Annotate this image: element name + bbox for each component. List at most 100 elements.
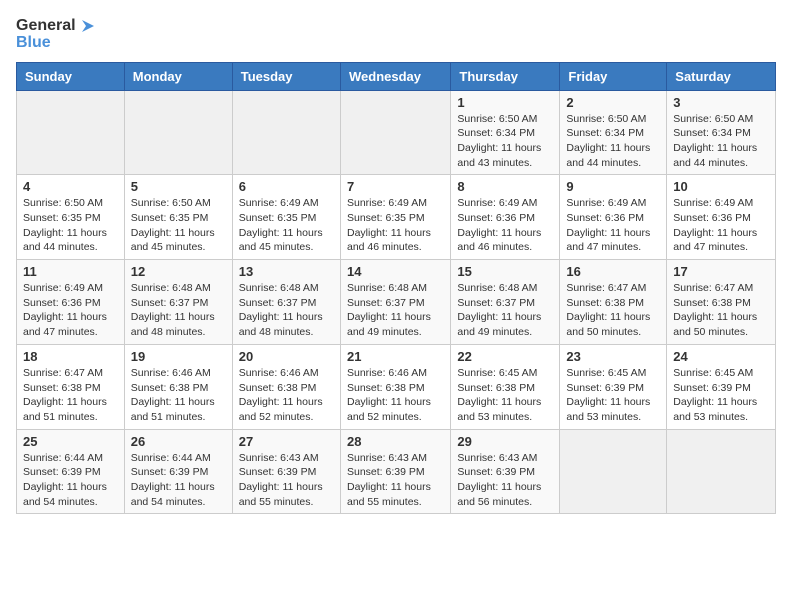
- day-number: 23: [566, 349, 660, 364]
- day-number: 5: [131, 179, 226, 194]
- calendar-cell: 25Sunrise: 6:44 AM Sunset: 6:39 PM Dayli…: [17, 429, 125, 514]
- calendar-cell: 16 Sunrise: 6:47 AM Sunset: 6:38 PM Dayli…: [560, 260, 667, 345]
- calendar-cell: [560, 429, 667, 514]
- day-number: 17: [673, 264, 769, 279]
- calendar-cell: 27 Sunrise: 6:43 AM Sunset: 6:39 PM Dayli…: [232, 429, 340, 514]
- day-info: Sunrise: 6:46 AM Sunset: 6:38 PM Dayligh…: [131, 366, 226, 425]
- calendar-cell: 12 Sunrise: 6:48 AM Sunset: 6:37 PM Dayli…: [124, 260, 232, 345]
- calendar-cell: 21 Sunrise: 6:46 AM Sunset: 6:38 PM Dayli…: [340, 344, 450, 429]
- calendar-week-row: 25 Sunrise: 6:44 AM Sunset: 6:39 PM Dayli…: [17, 429, 776, 514]
- day-number: 9: [566, 179, 660, 194]
- day-info: Sunrise: 6:43 AM Sunset: 6:39 PM Dayligh…: [239, 451, 334, 510]
- day-info: Sunrise: 6:44 AM Sunset: 6:39 PM Dayligh…: [131, 451, 226, 510]
- day-number: 10: [673, 179, 769, 194]
- day-number: 16: [566, 264, 660, 279]
- day-info: Sunrise: 6:50 AM Sunset: 6:34 PM Dayligh…: [566, 112, 660, 171]
- day-info: Sunrise: 6:47 AM Sunset: 6:38 PM Dayligh…: [23, 366, 118, 425]
- logo: General Blue: [16, 16, 98, 52]
- day-info: Sunrise: 6:49 AM Sunset: 6:36 PM Dayligh…: [566, 196, 660, 255]
- day-number: 27: [239, 434, 334, 449]
- day-info: Sunrise: 6:49 AM Sunset: 6:35 PM Dayligh…: [239, 196, 334, 255]
- day-info: Sunrise: 6:50 AM Sunset: 6:35 PM Dayligh…: [23, 196, 118, 255]
- day-number: 22: [457, 349, 553, 364]
- calendar-cell: 6 Sunrise: 6:49 AM Sunset: 6:35 PM Daylig…: [232, 175, 340, 260]
- day-info: Sunrise: 6:50 AM Sunset: 6:35 PM Dayligh…: [131, 196, 226, 255]
- day-number: 2: [566, 95, 660, 110]
- day-number: 14: [347, 264, 444, 279]
- calendar-cell: [17, 90, 125, 175]
- page-header: General Blue: [16, 16, 776, 52]
- logo-container: General Blue: [16, 16, 98, 52]
- calendar-cell: 28 Sunrise: 6:43 AM Sunset: 6:39 PM Dayli…: [340, 429, 450, 514]
- calendar-week-row: 18 Sunrise: 6:47 AM Sunset: 6:38 PM Dayli…: [17, 344, 776, 429]
- calendar-header-row: SundayMondayTuesdayWednesdayThursdayFrid…: [17, 62, 776, 90]
- col-header-friday: Friday: [560, 62, 667, 90]
- day-info: Sunrise: 6:49 AM Sunset: 6:35 PM Dayligh…: [347, 196, 444, 255]
- calendar-cell: 29Sunrise: 6:43 AM Sunset: 6:39 PM Dayli…: [451, 429, 560, 514]
- calendar-cell: 8Sunrise: 6:49 AM Sunset: 6:36 PM Daylig…: [451, 175, 560, 260]
- col-header-wednesday: Wednesday: [340, 62, 450, 90]
- calendar-cell: [340, 90, 450, 175]
- day-number: 4: [23, 179, 118, 194]
- day-number: 6: [239, 179, 334, 194]
- day-info: Sunrise: 6:47 AM Sunset: 6:38 PM Dayligh…: [673, 281, 769, 340]
- logo-text-general: General: [16, 17, 76, 35]
- calendar-cell: 1Sunrise: 6:50 AM Sunset: 6:34 PM Daylig…: [451, 90, 560, 175]
- calendar-cell: 22 Sunrise: 6:45 AM Sunset: 6:38 PM Dayli…: [451, 344, 560, 429]
- day-info: Sunrise: 6:48 AM Sunset: 6:37 PM Dayligh…: [131, 281, 226, 340]
- col-header-thursday: Thursday: [451, 62, 560, 90]
- day-number: 25: [23, 434, 118, 449]
- day-info: Sunrise: 6:48 AM Sunset: 6:37 PM Dayligh…: [347, 281, 444, 340]
- calendar-cell: 17 Sunrise: 6:47 AM Sunset: 6:38 PM Dayli…: [667, 260, 776, 345]
- calendar-week-row: 4 Sunrise: 6:50 AM Sunset: 6:35 PM Daylig…: [17, 175, 776, 260]
- calendar-cell: 14 Sunrise: 6:48 AM Sunset: 6:37 PM Dayli…: [340, 260, 450, 345]
- calendar-cell: [232, 90, 340, 175]
- col-header-monday: Monday: [124, 62, 232, 90]
- day-number: 24: [673, 349, 769, 364]
- day-info: Sunrise: 6:46 AM Sunset: 6:38 PM Dayligh…: [347, 366, 444, 425]
- day-number: 26: [131, 434, 226, 449]
- calendar-cell: 24 Sunrise: 6:45 AM Sunset: 6:39 PM Dayli…: [667, 344, 776, 429]
- day-info: Sunrise: 6:45 AM Sunset: 6:38 PM Dayligh…: [457, 366, 553, 425]
- calendar-cell: 18 Sunrise: 6:47 AM Sunset: 6:38 PM Dayli…: [17, 344, 125, 429]
- calendar-table: SundayMondayTuesdayWednesdayThursdayFrid…: [16, 62, 776, 515]
- calendar-cell: 11Sunrise: 6:49 AM Sunset: 6:36 PM Dayli…: [17, 260, 125, 345]
- calendar-week-row: 1 Sunrise: 6:50 AM Sunset: 6:34 PM Daylig…: [17, 90, 776, 175]
- calendar-cell: 3Sunrise: 6:50 AM Sunset: 6:34 PM Daylig…: [667, 90, 776, 175]
- col-header-tuesday: Tuesday: [232, 62, 340, 90]
- calendar-cell: 5 Sunrise: 6:50 AM Sunset: 6:35 PM Daylig…: [124, 175, 232, 260]
- calendar-cell: [124, 90, 232, 175]
- day-number: 13: [239, 264, 334, 279]
- day-number: 21: [347, 349, 444, 364]
- day-info: Sunrise: 6:43 AM Sunset: 6:39 PM Dayligh…: [347, 451, 444, 510]
- day-info: Sunrise: 6:46 AM Sunset: 6:38 PM Dayligh…: [239, 366, 334, 425]
- calendar-cell: 23 Sunrise: 6:45 AM Sunset: 6:39 PM Dayli…: [560, 344, 667, 429]
- day-info: Sunrise: 6:50 AM Sunset: 6:34 PM Dayligh…: [673, 112, 769, 171]
- day-info: Sunrise: 6:49 AM Sunset: 6:36 PM Dayligh…: [457, 196, 553, 255]
- logo-chevron-icon: [78, 16, 98, 36]
- day-info: Sunrise: 6:45 AM Sunset: 6:39 PM Dayligh…: [566, 366, 660, 425]
- day-info: Sunrise: 6:45 AM Sunset: 6:39 PM Dayligh…: [673, 366, 769, 425]
- calendar-cell: 10Sunrise: 6:49 AM Sunset: 6:36 PM Dayli…: [667, 175, 776, 260]
- col-header-saturday: Saturday: [667, 62, 776, 90]
- col-header-sunday: Sunday: [17, 62, 125, 90]
- day-number: 28: [347, 434, 444, 449]
- day-number: 19: [131, 349, 226, 364]
- calendar-cell: 20 Sunrise: 6:46 AM Sunset: 6:38 PM Dayli…: [232, 344, 340, 429]
- calendar-cell: 7 Sunrise: 6:49 AM Sunset: 6:35 PM Daylig…: [340, 175, 450, 260]
- calendar-cell: [667, 429, 776, 514]
- calendar-cell: 9 Sunrise: 6:49 AM Sunset: 6:36 PM Daylig…: [560, 175, 667, 260]
- calendar-cell: 15Sunrise: 6:48 AM Sunset: 6:37 PM Dayli…: [451, 260, 560, 345]
- calendar-cell: 2 Sunrise: 6:50 AM Sunset: 6:34 PM Daylig…: [560, 90, 667, 175]
- day-number: 20: [239, 349, 334, 364]
- day-info: Sunrise: 6:47 AM Sunset: 6:38 PM Dayligh…: [566, 281, 660, 340]
- day-number: 7: [347, 179, 444, 194]
- day-number: 1: [457, 95, 553, 110]
- calendar-week-row: 11Sunrise: 6:49 AM Sunset: 6:36 PM Dayli…: [17, 260, 776, 345]
- logo-text-blue: Blue: [16, 34, 98, 52]
- day-number: 12: [131, 264, 226, 279]
- day-number: 18: [23, 349, 118, 364]
- calendar-cell: 26 Sunrise: 6:44 AM Sunset: 6:39 PM Dayli…: [124, 429, 232, 514]
- day-info: Sunrise: 6:48 AM Sunset: 6:37 PM Dayligh…: [457, 281, 553, 340]
- day-number: 29: [457, 434, 553, 449]
